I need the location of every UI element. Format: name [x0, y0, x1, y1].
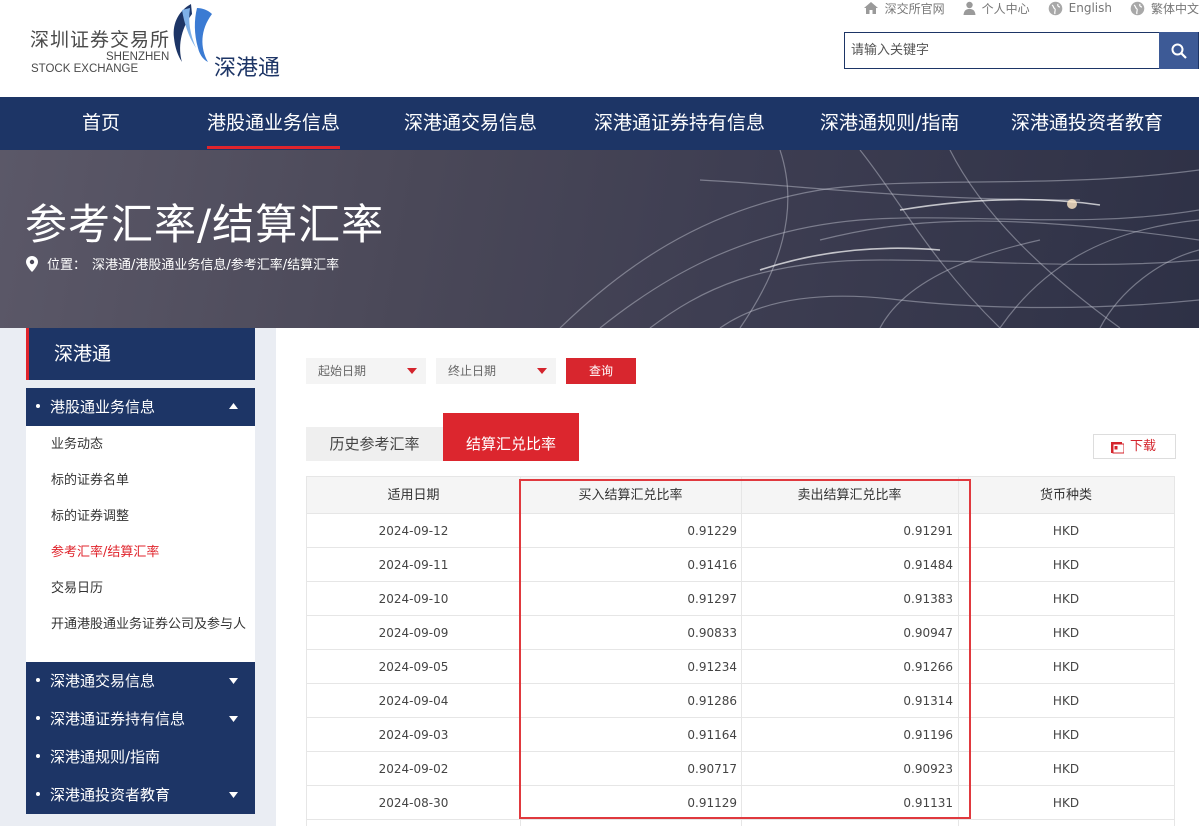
sidebar-group-label: 深港通交易信息	[50, 672, 156, 690]
nav-trading-info[interactable]: 深港通交易信息	[404, 97, 537, 150]
cell-currency: HKD	[1052, 524, 1080, 538]
start-date-placeholder: 起始日期	[318, 364, 367, 378]
cell-currency: HKD	[1052, 796, 1080, 810]
globe-icon	[1130, 1, 1145, 15]
nav-rules-guides[interactable]: 深港通规则/指南	[820, 97, 959, 150]
highlight-annotation-box	[519, 479, 971, 819]
search-icon	[1171, 43, 1187, 59]
cell-currency: HKD	[1052, 762, 1080, 776]
end-date-select[interactable]: 终止日期	[436, 358, 556, 384]
cell-date: 2024-09-03	[378, 728, 449, 742]
chevron-down-icon	[229, 716, 238, 722]
logo-sub-brand[interactable]: 深港通	[214, 50, 280, 82]
sidebar-submenu: 业务动态 标的证券名单 标的证券调整 参考汇率/结算汇率 交易日历 开通港股通业…	[26, 426, 255, 662]
bullet-dot	[36, 715, 40, 720]
logo-english-line2[interactable]: STOCK EXCHANGE	[31, 63, 138, 75]
nav-southbound-business[interactable]: 港股通业务信息	[207, 97, 341, 150]
search-box	[844, 32, 1199, 69]
search-input[interactable]	[845, 33, 1161, 68]
sidebar-group-label: 港股通业务信息	[50, 398, 156, 416]
toplink-szse-home[interactable]: 深交所官网	[863, 0, 945, 17]
cell-currency: HKD	[1052, 694, 1080, 708]
toplink-english[interactable]: English	[1048, 1, 1112, 16]
start-date-select[interactable]: 起始日期	[306, 358, 426, 384]
cell-currency: HKD	[1052, 558, 1080, 572]
tab-settlement-exchange-rate[interactable]: 结算汇兑比率	[443, 413, 579, 461]
sidebar-item-participating-firms[interactable]: 开通港股通业务证券公司及参与人	[26, 615, 255, 635]
bullet-dot	[36, 753, 40, 758]
sidebar-group-label: 深港通证券持有信息	[50, 710, 186, 728]
location-pin-icon	[26, 255, 38, 272]
sidebar-group-southbound-business[interactable]: 港股通业务信息	[26, 388, 255, 426]
download-label: 下载	[1130, 439, 1157, 454]
sidebar-item-business-news[interactable]: 业务动态	[26, 435, 255, 455]
cell-date: 2024-09-09	[378, 626, 449, 640]
home-icon	[863, 2, 878, 14]
sidebar-group-holding-info[interactable]: 深港通证券持有信息	[26, 700, 255, 738]
bullet-dot	[36, 403, 40, 408]
sidebar-item-trading-calendar[interactable]: 交易日历	[26, 579, 255, 599]
end-date-placeholder: 终止日期	[448, 364, 497, 378]
toplink-traditional-chinese[interactable]: 繁体中文	[1130, 0, 1199, 17]
sidebar-title: 深港通	[26, 328, 255, 380]
bullet-dot	[36, 791, 40, 796]
column-header-date: 适用日期	[387, 488, 440, 503]
cell-date: 2024-09-04	[378, 694, 449, 708]
cell-date: 2024-09-05	[378, 660, 449, 674]
cell-date: 2024-09-12	[378, 524, 449, 538]
logo-english-line1[interactable]: SHENZHEN	[106, 51, 169, 63]
toplink-label: 个人中心	[981, 1, 1030, 16]
file-download-icon	[1111, 442, 1124, 454]
chevron-up-icon	[229, 403, 238, 409]
download-button[interactable]: 下载	[1093, 434, 1176, 459]
nav-holding-info[interactable]: 深港通证券持有信息	[594, 97, 765, 150]
toplink-label: 深交所官网	[884, 1, 945, 16]
caret-down-icon	[537, 368, 547, 374]
query-button[interactable]: 查询	[566, 358, 636, 384]
toplink-user-center[interactable]: 个人中心	[963, 0, 1030, 17]
logo-chinese-name[interactable]: 深圳证券交易所	[30, 25, 170, 52]
chevron-down-icon	[229, 792, 238, 798]
sidebar-group-trading-info[interactable]: 深港通交易信息	[26, 662, 255, 700]
cell-date: 2024-09-11	[378, 558, 449, 572]
breadcrumb-path[interactable]: 深港通/港股通业务信息/参考汇率/结算汇率	[92, 254, 339, 273]
site-header: 深圳证券交易所 SHENZHEN STOCK EXCHANGE 深港通 深交所官…	[0, 0, 1199, 97]
nav-home[interactable]: 首页	[82, 97, 120, 150]
sidebar-group-label: 深港通投资者教育	[50, 786, 171, 804]
toplink-label: English	[1068, 1, 1112, 15]
column-header-currency: 货币种类	[1039, 488, 1092, 503]
sidebar-group-rules-guides[interactable]: 深港通规则/指南	[26, 738, 255, 776]
cell-currency: HKD	[1052, 592, 1080, 606]
cell-currency: HKD	[1052, 660, 1080, 674]
sidebar-group-label: 深港通规则/指南	[50, 748, 161, 766]
globe-icon	[1048, 1, 1062, 15]
page-title: 参考汇率/结算汇率	[25, 200, 385, 249]
chevron-down-icon	[229, 678, 238, 684]
top-links: 深交所官网 个人中心 English 繁体中文	[845, 0, 1199, 16]
sidebar-group-investor-education[interactable]: 深港通投资者教育	[26, 776, 255, 814]
sidebar-item-eligible-securities[interactable]: 标的证券名单	[26, 471, 255, 491]
bullet-dot	[36, 677, 40, 682]
breadcrumb: 位置： 深港通/港股通业务信息/参考汇率/结算汇率	[26, 254, 339, 273]
sidebar-item-exchange-rates[interactable]: 参考汇率/结算汇率	[26, 543, 255, 563]
tab-history-reference-rate[interactable]: 历史参考汇率	[306, 427, 443, 461]
cell-currency: HKD	[1052, 728, 1080, 742]
caret-down-icon	[407, 368, 417, 374]
sidebar-item-securities-adjustment[interactable]: 标的证券调整	[26, 507, 255, 527]
cell-date: 2024-08-30	[378, 796, 449, 810]
search-button[interactable]	[1159, 32, 1198, 69]
nav-investor-education[interactable]: 深港通投资者教育	[1011, 97, 1163, 150]
breadcrumb-prefix: 位置：	[47, 258, 87, 273]
cell-currency: HKD	[1052, 626, 1080, 640]
toplink-label: 繁体中文	[1150, 1, 1199, 16]
cell-date: 2024-09-10	[378, 592, 449, 606]
szse-logo-icon[interactable]	[164, 2, 218, 64]
user-icon	[963, 1, 976, 15]
cell-date: 2024-09-02	[378, 762, 449, 776]
main-nav: 首页 港股通业务信息 深港通交易信息 深港通证券持有信息 深港通规则/指南 深港…	[0, 97, 1199, 150]
page-banner: 参考汇率/结算汇率 位置： 深港通/港股通业务信息/参考汇率/结算汇率	[0, 150, 1199, 328]
